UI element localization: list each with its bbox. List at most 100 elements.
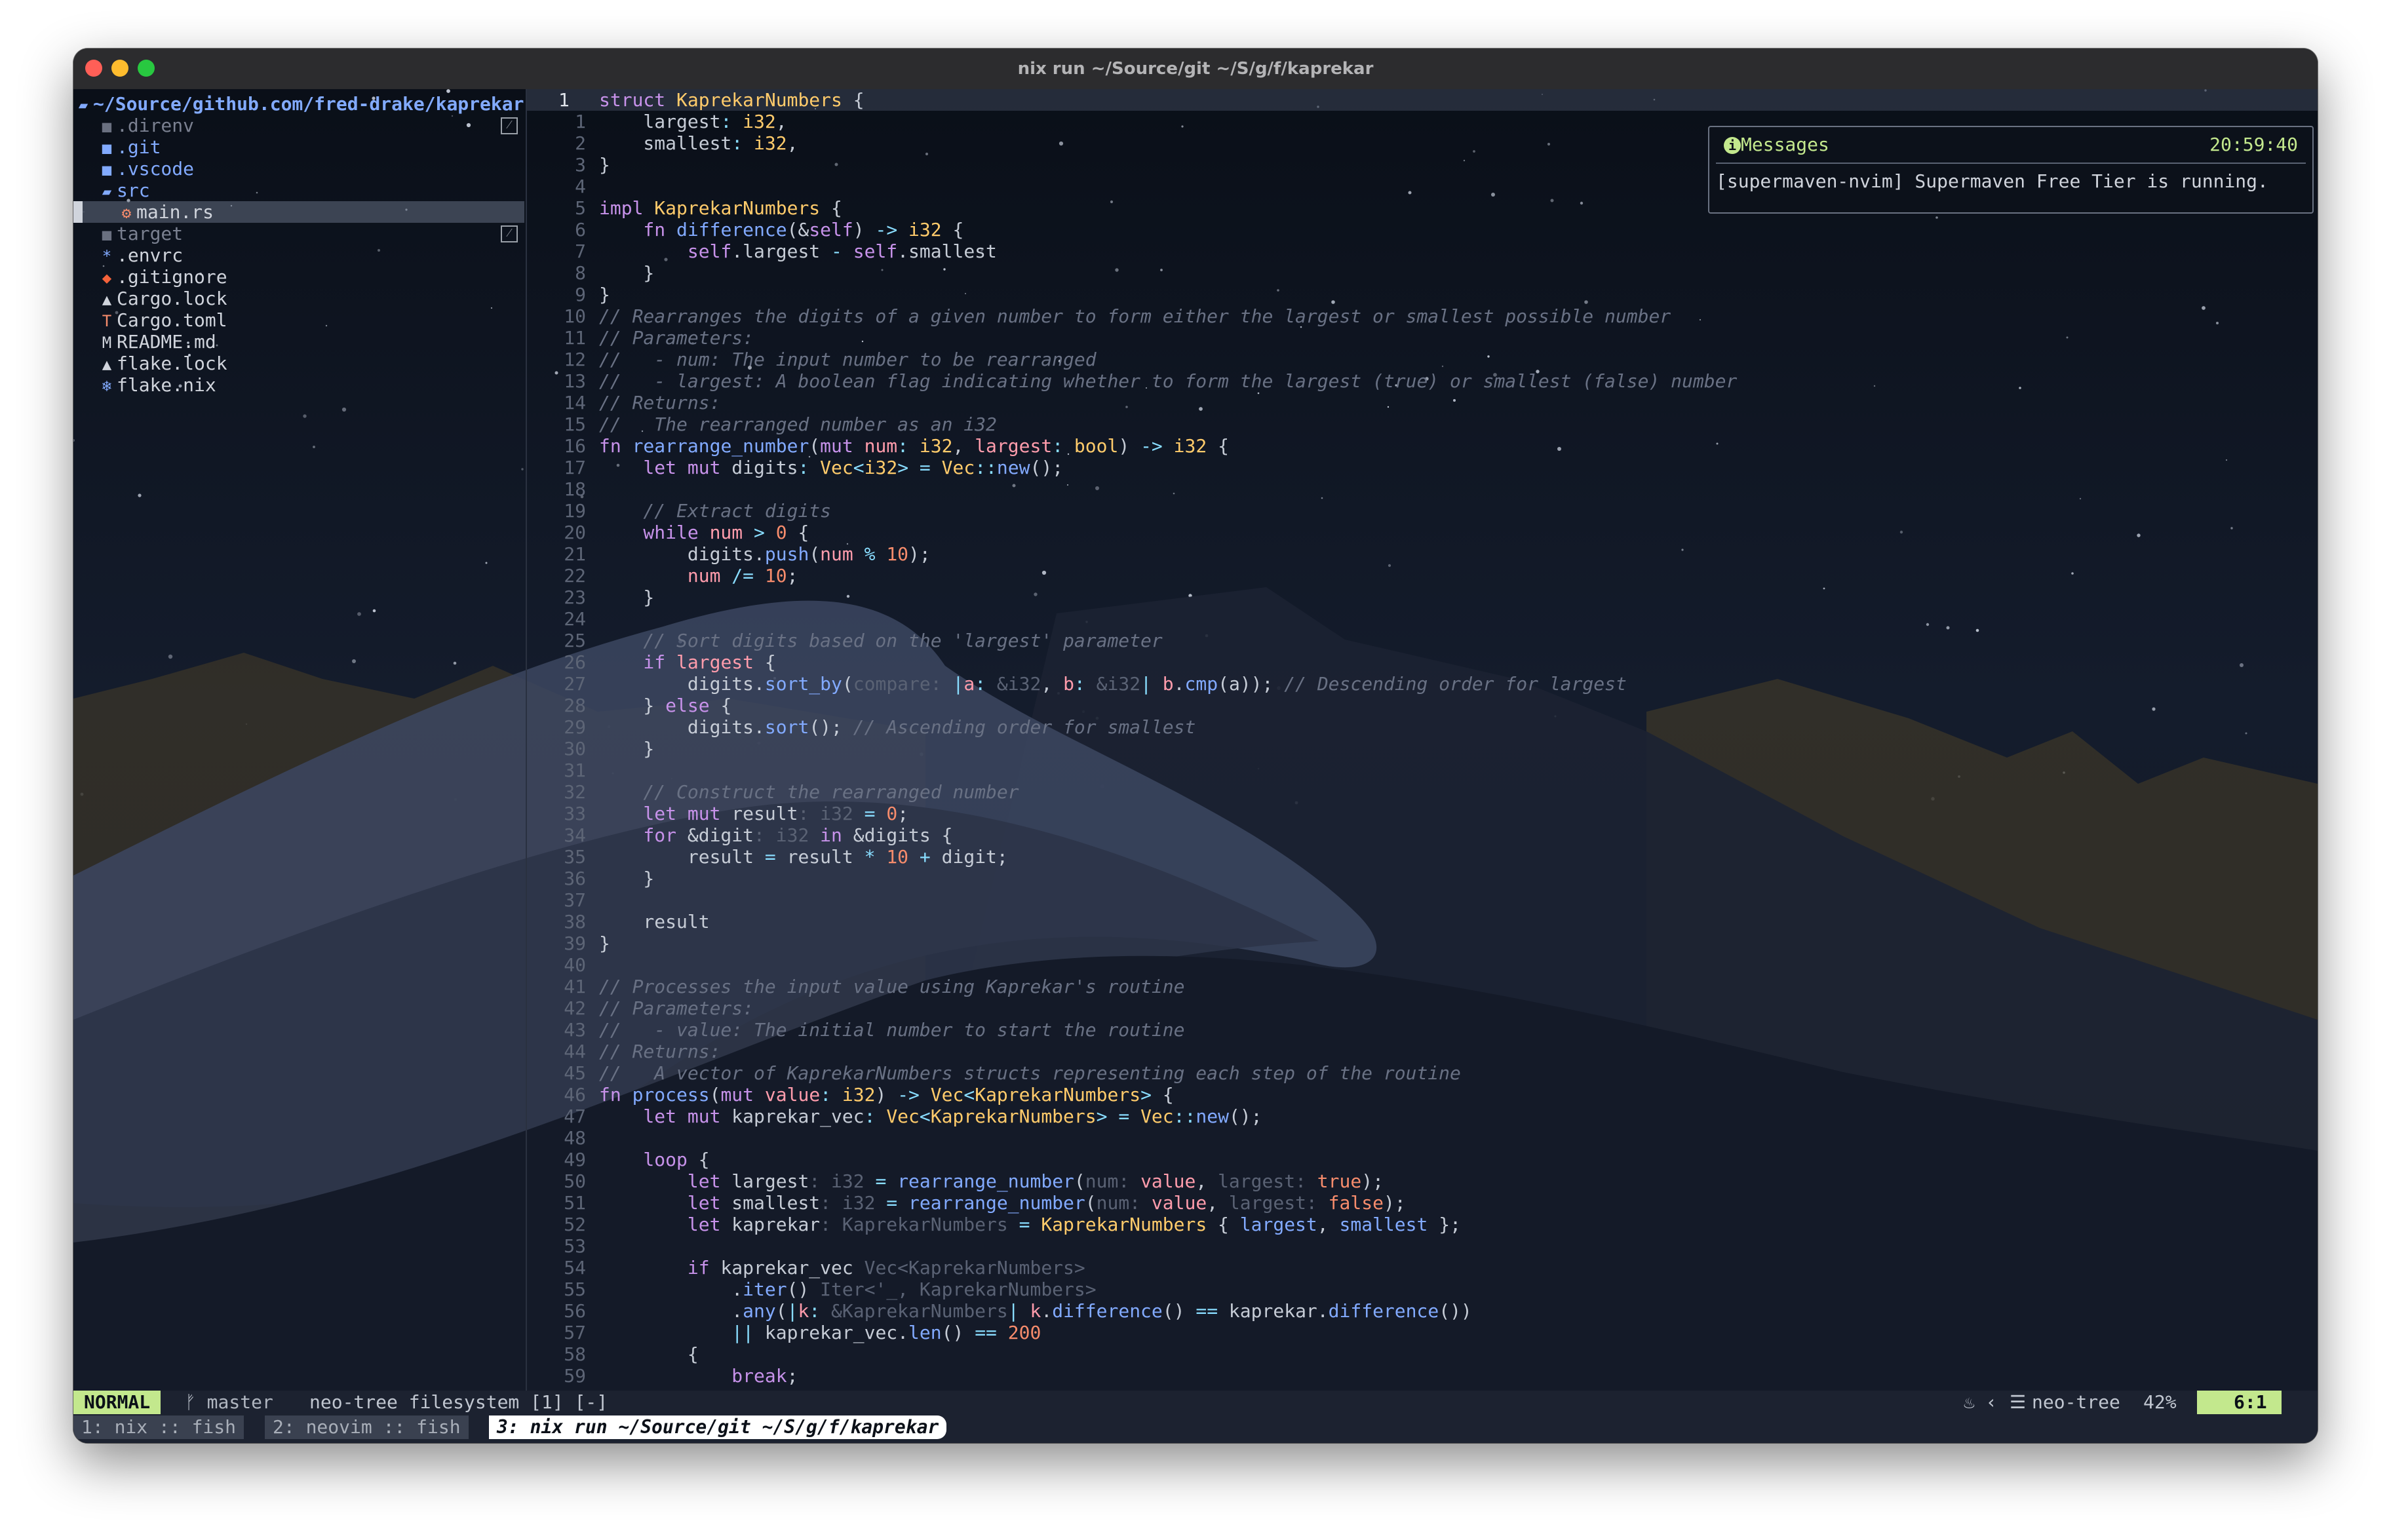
code-token: result	[731, 803, 798, 824]
tmux-window-3[interactable]: 3: nix run ~/Source/git ~/S/g/f/kaprekar	[489, 1415, 947, 1439]
line-number: 14	[564, 392, 586, 414]
code-line[interactable]: digits.push(num % 10);	[599, 543, 931, 565]
code-line[interactable]: digits.sort_by(compare: |a: &i32, b: &i3…	[599, 673, 1627, 695]
code-line[interactable]: // Returns:	[599, 392, 720, 414]
code-line[interactable]: fn rearrange_number(mut num: i32, larges…	[599, 435, 1229, 457]
code-token: ,	[1041, 673, 1064, 695]
code-line[interactable]: largest: i32,	[599, 111, 787, 132]
tree-item[interactable]: ■ .direnv ⁄	[73, 115, 524, 136]
tree-item[interactable]: ❄ flake.nix	[73, 374, 524, 396]
branch-label: master	[206, 1391, 273, 1413]
code-line[interactable]: let largest: i32 = rearrange_number(num:…	[599, 1170, 1384, 1192]
code-line[interactable]: }	[599, 284, 610, 305]
code-token: ,	[1196, 1170, 1218, 1192]
code-line[interactable]: // - num: The input number to be rearran…	[599, 349, 1097, 370]
tmux-window-2[interactable]: 2: neovim :: fish	[265, 1415, 469, 1439]
line-number: 24	[564, 608, 586, 630]
code-line[interactable]: // A vector of KaprekarNumbers structs r…	[599, 1062, 1461, 1084]
code-line[interactable]: // Construct the rearranged number	[599, 781, 1019, 803]
code-token: : i32	[754, 824, 809, 846]
code-line[interactable]: impl KaprekarNumbers {	[599, 197, 842, 219]
code-token: impl	[599, 197, 655, 219]
tree-item[interactable]: M README.md	[73, 331, 524, 353]
code-line[interactable]: result	[599, 911, 709, 933]
code-line[interactable]: }	[599, 738, 654, 760]
code-line[interactable]: self.largest - self.smallest	[599, 241, 997, 262]
code-line[interactable]: // - largest: A boolean flag indicating …	[599, 370, 1737, 392]
code-line[interactable]: // Extract digits	[599, 500, 831, 522]
tree-item-label: src	[117, 180, 150, 201]
code-token: 10	[886, 846, 909, 868]
code-line[interactable]: .any(|k: &KaprekarNumbers| k.difference(…	[599, 1300, 1472, 1322]
code-line[interactable]: for &digit: i32 in &digits {	[599, 824, 952, 846]
code-token: fn	[599, 219, 677, 241]
code-token: KaprekarNumbers	[676, 89, 842, 111]
code-line[interactable]: let mut result: i32 = 0;	[599, 803, 908, 824]
code-line[interactable]: if kaprekar_vec Vec<KaprekarNumbers>	[599, 1257, 1085, 1279]
tree-item[interactable]: ◆ .gitignore	[73, 266, 524, 288]
line-number: 57	[564, 1322, 586, 1343]
code-line[interactable]: // Sort digits based on the 'largest' pa…	[599, 630, 1163, 651]
tree-item-label: README.md	[117, 331, 216, 353]
code-line[interactable]: }	[599, 154, 610, 176]
code-token: // Sort digits based on the 'largest' pa…	[599, 630, 1163, 651]
code-line[interactable]: // Processes the input value using Kapre…	[599, 976, 1184, 997]
code-line[interactable]: loop {	[599, 1149, 709, 1170]
code-token: let	[599, 1214, 732, 1235]
code-line[interactable]: fn process(mut value: i32) -> Vec<Kaprek…	[599, 1084, 1174, 1106]
code-line[interactable]: fn difference(&self) -> i32 {	[599, 219, 963, 241]
line-number: 49	[564, 1149, 586, 1170]
code-line[interactable]: num /= 10;	[599, 565, 798, 587]
code-token: 0	[886, 803, 898, 824]
code-token: KaprekarNumbers	[975, 1084, 1141, 1106]
code-line[interactable]: while num > 0 {	[599, 522, 809, 543]
code-line[interactable]: // The rearranged number as an i32	[599, 414, 997, 435]
tree-item[interactable]: ■ .git	[73, 136, 524, 158]
code-line[interactable]: } else {	[599, 695, 731, 716]
line-number: 29	[564, 716, 586, 738]
tree-item[interactable]: * .envrc	[73, 244, 524, 266]
tree-item[interactable]: └ ⚙ main.rs	[73, 201, 524, 223]
code-line[interactable]: {	[599, 1343, 699, 1365]
code-token: value	[764, 1084, 821, 1106]
tree-root[interactable]: ▰ ~/Source/github.com/fred-drake/kaprekar	[73, 93, 524, 115]
tree-item[interactable]: ■ .vscode	[73, 158, 524, 180]
code-token: {	[787, 522, 809, 543]
code-line[interactable]: smallest: i32,	[599, 132, 798, 154]
code-token: sort	[764, 716, 809, 738]
tree-item[interactable]: ▲ Cargo.lock	[73, 288, 524, 309]
code-line[interactable]: }	[599, 868, 654, 889]
code-token: for	[599, 824, 688, 846]
code-line[interactable]: struct KaprekarNumbers {	[599, 89, 865, 111]
code-line[interactable]: let mut kaprekar_vec: Vec<KaprekarNumber…	[599, 1106, 1262, 1127]
code-line[interactable]: // - value: The initial number to start …	[599, 1019, 1184, 1041]
tree-item[interactable]: ▰ src	[73, 180, 524, 201]
code-line[interactable]: // Parameters:	[599, 997, 754, 1019]
code-editor[interactable]: 1 struct KaprekarNumbers {1 largest: i32,…	[527, 89, 2318, 1391]
tree-item[interactable]: ▲ flake.lock	[73, 353, 524, 374]
code-line[interactable]: let smallest: i32 = rearrange_number(num…	[599, 1192, 1406, 1214]
code-line[interactable]: // Rearranges the digits of a given numb…	[599, 305, 1671, 327]
code-line[interactable]: let mut digits: Vec<i32> = Vec::new();	[599, 457, 1063, 478]
code-line[interactable]: // Parameters:	[599, 327, 754, 349]
code-line[interactable]: .iter() Iter<'_, KaprekarNumbers>	[599, 1279, 1096, 1300]
code-line[interactable]: if largest {	[599, 651, 775, 673]
code-token: false	[1328, 1192, 1384, 1214]
code-line[interactable]: }	[599, 262, 654, 284]
tree-item[interactable]: ■ target ⁄	[73, 223, 524, 244]
code-line[interactable]: let kaprekar: KaprekarNumbers = Kaprekar…	[599, 1214, 1461, 1235]
code-line[interactable]: }	[599, 933, 610, 954]
tmux-window-1[interactable]: 1: nix :: fish	[73, 1415, 244, 1439]
code-line[interactable]: }	[599, 587, 654, 608]
code-line[interactable]: break;	[599, 1365, 798, 1387]
code-line[interactable]: digits.sort(); // Ascending order for sm…	[599, 716, 1196, 738]
code-token: +	[908, 846, 942, 868]
code-token: <	[919, 1106, 931, 1127]
code-line[interactable]: || kaprekar_vec.len() == 200	[599, 1322, 1041, 1343]
code-token: )	[1118, 435, 1141, 457]
code-line[interactable]: // Returns:	[599, 1041, 720, 1062]
code-token: Vec	[930, 1084, 964, 1106]
code-token: .	[1173, 673, 1185, 695]
code-line[interactable]: result = result * 10 + digit;	[599, 846, 1008, 868]
tree-item[interactable]: T Cargo.toml	[73, 309, 524, 331]
